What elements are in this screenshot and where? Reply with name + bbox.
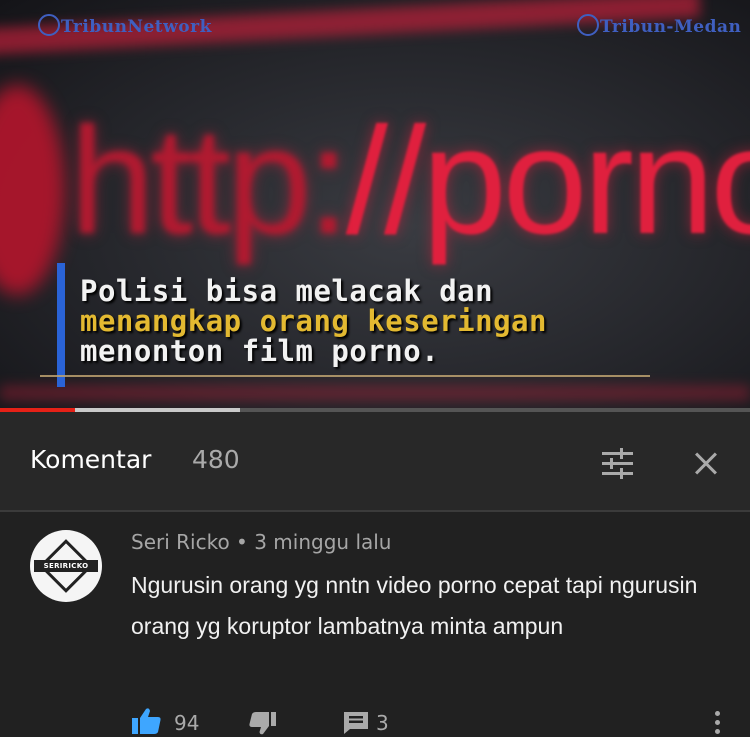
watermark-tribun-network: TribunNetwork: [38, 14, 212, 37]
avatar-logo-text: SERIRICKO: [34, 560, 98, 572]
like-count: 94: [174, 711, 200, 735]
caption-line: Polisi bisa melacak dan: [80, 274, 494, 308]
caption-line: menonton film porno.: [80, 334, 440, 368]
thumbs-up-icon: [132, 708, 161, 734]
close-button[interactable]: [686, 444, 726, 484]
reply-button[interactable]: 3: [343, 705, 403, 735]
comment-text: Ngurusin orang yg nntn video porno cepat…: [131, 572, 698, 639]
sort-button[interactable]: [598, 442, 638, 482]
reply-count: 3: [376, 711, 389, 735]
tribun-logo-icon: [38, 14, 60, 36]
avatar[interactable]: SERIRICKO: [30, 530, 102, 602]
video-caption: Polisi bisa melacak dan menangkap orang …: [80, 276, 547, 366]
meta-separator: •: [229, 530, 255, 554]
comments-title: Komentar: [30, 445, 152, 474]
thumbs-down-icon: [249, 712, 276, 735]
comment-time: 3 minggu lalu: [254, 530, 392, 554]
background-blur: [0, 85, 65, 295]
more-options-button[interactable]: [706, 708, 728, 736]
comment-meta: Seri Ricko • 3 minggu lalu: [131, 530, 391, 554]
background-stripe: [0, 385, 750, 401]
caption-underline: [40, 375, 650, 377]
comments-count: 480: [192, 445, 240, 474]
comment-icon: [344, 712, 368, 734]
watermark-tribun-medan: Tribun-Medan: [577, 14, 741, 37]
comments-header: Komentar 480: [0, 412, 750, 510]
like-button[interactable]: 94: [131, 705, 206, 735]
caption-line: menangkap orang keseringan: [80, 304, 547, 338]
dislike-button[interactable]: [249, 705, 281, 735]
divider: [0, 510, 750, 512]
comment-author[interactable]: Seri Ricko: [131, 530, 230, 554]
video-player[interactable]: http://porno TribunNetwork Tribun-Medan …: [0, 0, 750, 412]
tribun-logo-icon: [577, 14, 599, 36]
video-background-text: http://porno: [70, 96, 750, 266]
caption-accent-bar: [57, 263, 65, 387]
